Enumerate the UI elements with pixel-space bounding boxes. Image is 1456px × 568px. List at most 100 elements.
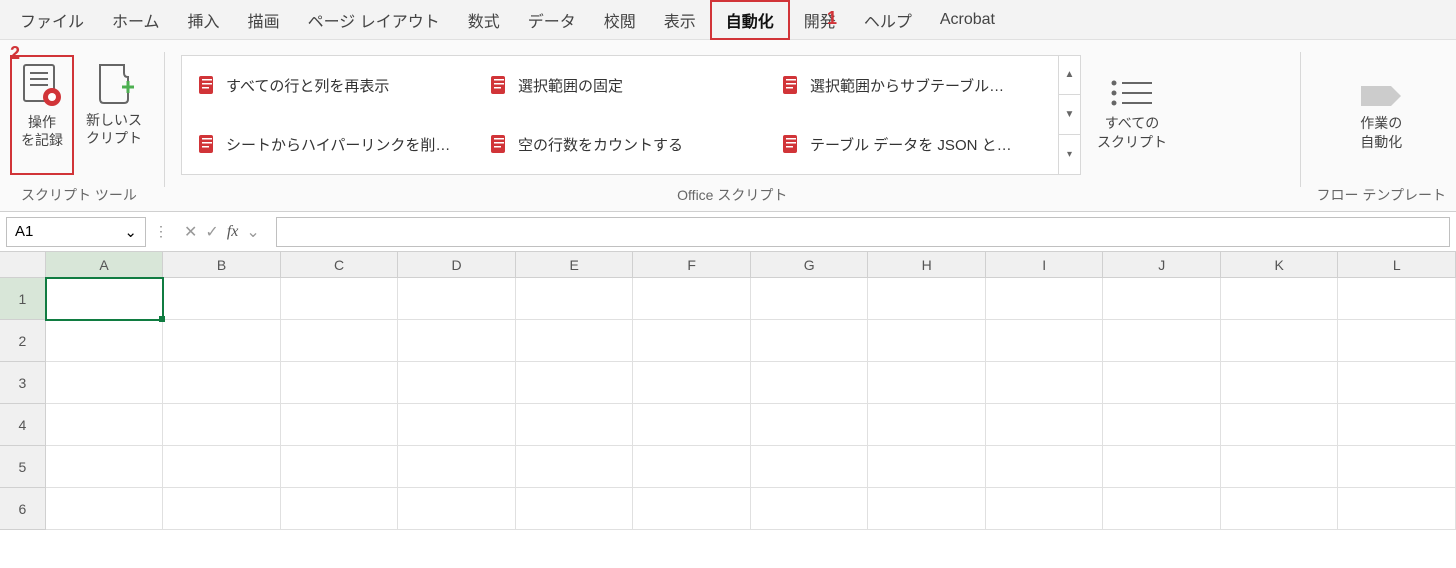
cell-L5[interactable] xyxy=(1338,446,1456,488)
cell-B5[interactable] xyxy=(163,446,281,488)
cell-I6[interactable] xyxy=(986,488,1104,530)
col-header-D[interactable]: D xyxy=(398,252,516,278)
new-script-button[interactable]: 新しいス クリプト xyxy=(80,55,148,175)
cell-E1[interactable] xyxy=(516,278,634,320)
cell-A6[interactable] xyxy=(46,488,164,530)
col-header-C[interactable]: C xyxy=(281,252,399,278)
col-header-A[interactable]: A xyxy=(46,252,164,278)
row-header-3[interactable]: 3 xyxy=(0,362,46,404)
cell-I1[interactable] xyxy=(986,278,1104,320)
fx-icon[interactable]: fx xyxy=(227,223,239,241)
cell-L2[interactable] xyxy=(1338,320,1456,362)
cell-K4[interactable] xyxy=(1221,404,1339,446)
cancel-button[interactable]: ✕ xyxy=(184,222,197,242)
row-header-5[interactable]: 5 xyxy=(0,446,46,488)
cell-K1[interactable] xyxy=(1221,278,1339,320)
script-item-5[interactable]: テーブル データを JSON と… xyxy=(766,115,1058,174)
cell-K2[interactable] xyxy=(1221,320,1339,362)
menu-ヘルプ[interactable]: ヘルプ xyxy=(850,2,926,38)
cell-C6[interactable] xyxy=(281,488,399,530)
cell-L4[interactable] xyxy=(1338,404,1456,446)
row-header-2[interactable]: 2 xyxy=(0,320,46,362)
cell-A5[interactable] xyxy=(46,446,164,488)
script-item-3[interactable]: シートからハイパーリンクを削… xyxy=(182,115,474,174)
script-item-1[interactable]: 選択範囲の固定 xyxy=(474,56,766,115)
cell-C2[interactable] xyxy=(281,320,399,362)
automate-work-button[interactable]: 作業の 自動化 xyxy=(1343,72,1419,156)
cell-K5[interactable] xyxy=(1221,446,1339,488)
col-header-I[interactable]: I xyxy=(986,252,1104,278)
gallery-scroll-more[interactable]: ▾ xyxy=(1059,135,1080,174)
cell-D2[interactable] xyxy=(398,320,516,362)
menu-ファイル[interactable]: ファイル xyxy=(6,2,98,38)
cell-D6[interactable] xyxy=(398,488,516,530)
cell-H1[interactable] xyxy=(868,278,986,320)
cell-G2[interactable] xyxy=(751,320,869,362)
cell-E6[interactable] xyxy=(516,488,634,530)
menu-開発[interactable]: 開発 xyxy=(790,2,850,38)
cell-J2[interactable] xyxy=(1103,320,1221,362)
cell-E3[interactable] xyxy=(516,362,634,404)
col-header-H[interactable]: H xyxy=(868,252,986,278)
col-header-L[interactable]: L xyxy=(1338,252,1456,278)
cell-E5[interactable] xyxy=(516,446,634,488)
gallery-scroll-down[interactable]: ▼ xyxy=(1059,95,1080,135)
cell-C1[interactable] xyxy=(281,278,399,320)
cell-F4[interactable] xyxy=(633,404,751,446)
script-item-2[interactable]: 選択範囲からサブテーブル… xyxy=(766,56,1058,115)
menu-表示[interactable]: 表示 xyxy=(650,2,710,38)
cell-F1[interactable] xyxy=(633,278,751,320)
cell-F5[interactable] xyxy=(633,446,751,488)
cell-J1[interactable] xyxy=(1103,278,1221,320)
all-scripts-button[interactable]: すべての スクリプト xyxy=(1087,72,1177,156)
cell-B3[interactable] xyxy=(163,362,281,404)
cell-G3[interactable] xyxy=(751,362,869,404)
cell-H2[interactable] xyxy=(868,320,986,362)
select-all-corner[interactable] xyxy=(0,252,46,278)
menu-挿入[interactable]: 挿入 xyxy=(174,2,234,38)
col-header-J[interactable]: J xyxy=(1103,252,1221,278)
script-item-0[interactable]: すべての行と列を再表示 xyxy=(182,56,474,115)
cell-J5[interactable] xyxy=(1103,446,1221,488)
cell-D5[interactable] xyxy=(398,446,516,488)
cell-C4[interactable] xyxy=(281,404,399,446)
cell-F2[interactable] xyxy=(633,320,751,362)
script-item-4[interactable]: 空の行数をカウントする xyxy=(474,115,766,174)
cell-J3[interactable] xyxy=(1103,362,1221,404)
cell-G5[interactable] xyxy=(751,446,869,488)
menu-描画[interactable]: 描画 xyxy=(234,2,294,38)
row-header-1[interactable]: 1 xyxy=(0,278,46,320)
formula-input[interactable] xyxy=(276,217,1450,247)
col-header-B[interactable]: B xyxy=(163,252,281,278)
col-header-G[interactable]: G xyxy=(751,252,869,278)
record-actions-button[interactable]: 操作 を記録 xyxy=(10,55,74,175)
chevron-down-icon[interactable]: ⌄ xyxy=(124,223,137,241)
cell-G1[interactable] xyxy=(751,278,869,320)
cell-A3[interactable] xyxy=(46,362,164,404)
cell-H6[interactable] xyxy=(868,488,986,530)
cell-J6[interactable] xyxy=(1103,488,1221,530)
cell-H3[interactable] xyxy=(868,362,986,404)
name-box[interactable]: A1 ⌄ xyxy=(6,217,146,247)
gallery-scroll-up[interactable]: ▲ xyxy=(1059,56,1080,96)
cell-G6[interactable] xyxy=(751,488,869,530)
menu-データ[interactable]: データ xyxy=(514,2,590,38)
menu-ページ レイアウト[interactable]: ページ レイアウト xyxy=(294,2,454,38)
cell-A2[interactable] xyxy=(46,320,164,362)
menu-ホーム[interactable]: ホーム xyxy=(98,2,174,38)
cell-I2[interactable] xyxy=(986,320,1104,362)
menu-数式[interactable]: 数式 xyxy=(454,2,514,38)
cell-D3[interactable] xyxy=(398,362,516,404)
cell-F3[interactable] xyxy=(633,362,751,404)
cell-L3[interactable] xyxy=(1338,362,1456,404)
cell-K3[interactable] xyxy=(1221,362,1339,404)
cell-G4[interactable] xyxy=(751,404,869,446)
menu-校閲[interactable]: 校閲 xyxy=(590,2,650,38)
col-header-K[interactable]: K xyxy=(1221,252,1339,278)
cell-F6[interactable] xyxy=(633,488,751,530)
cell-E2[interactable] xyxy=(516,320,634,362)
row-header-6[interactable]: 6 xyxy=(0,488,46,530)
cell-A1[interactable] xyxy=(46,278,164,320)
cell-C3[interactable] xyxy=(281,362,399,404)
menu-自動化[interactable]: 自動化 xyxy=(710,0,790,40)
